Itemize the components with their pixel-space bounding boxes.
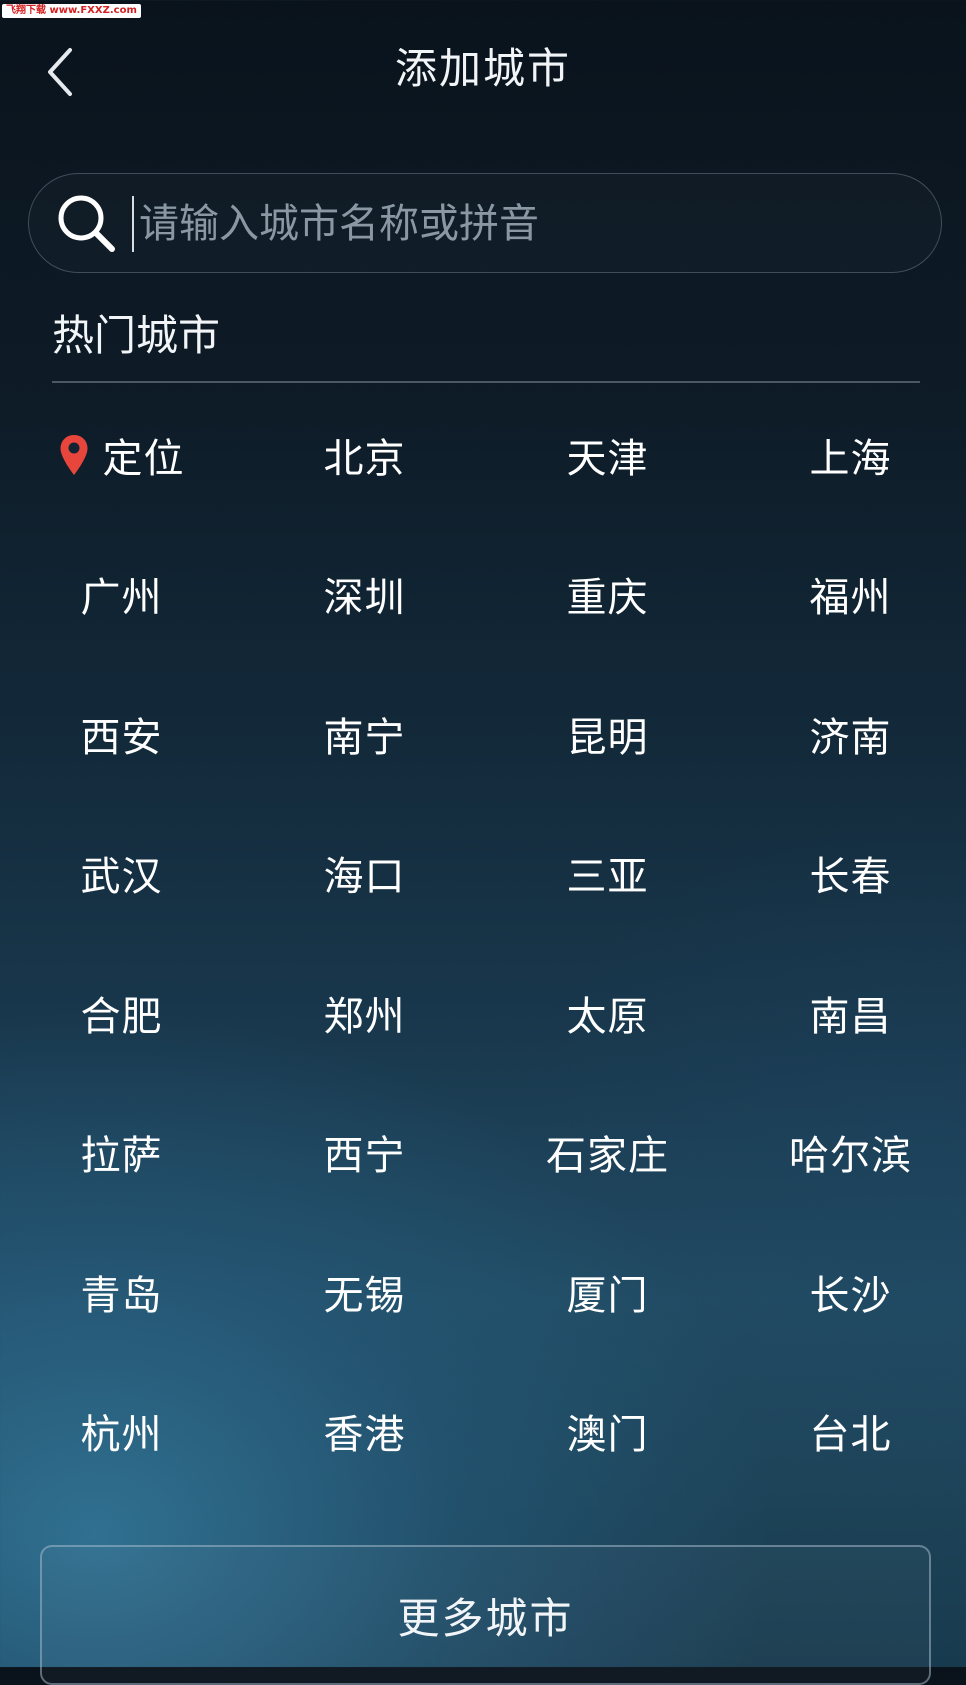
city-item[interactable]: 昆明 (486, 664, 729, 804)
city-label: 拉萨 (80, 1133, 163, 1180)
city-label: 武汉 (80, 854, 163, 901)
city-item[interactable]: 南宁 (243, 664, 486, 804)
city-item[interactable]: 青岛 (0, 1222, 243, 1362)
city-label: 南宁 (323, 714, 406, 761)
city-item[interactable]: 上海 (729, 385, 966, 525)
city-item[interactable]: 重庆 (486, 525, 729, 665)
city-label: 青岛 (80, 1272, 163, 1319)
city-item[interactable]: 台北 (729, 1362, 966, 1502)
city-label: 深圳 (323, 575, 406, 622)
city-label: 厦门 (566, 1272, 649, 1319)
search-icon (58, 195, 115, 252)
hot-cities-grid: 定位 北京 天津 上海 广州 深圳 重庆 福州 西安 南宁 昆明 济南 武汉 海… (0, 385, 966, 1501)
city-label: 重庆 (566, 575, 649, 622)
search-bar[interactable] (28, 173, 942, 273)
city-item[interactable]: 武汉 (0, 804, 243, 944)
city-label: 南昌 (809, 993, 892, 1040)
city-label: 广州 (80, 575, 163, 622)
city-label: 西安 (80, 714, 163, 761)
city-label: 海口 (323, 854, 406, 901)
city-label: 合肥 (80, 993, 163, 1040)
watermark: 飞翔下载 www.FXXZ.com (2, 4, 141, 18)
city-label: 昆明 (566, 714, 649, 761)
city-item[interactable]: 海口 (243, 804, 486, 944)
city-item[interactable]: 天津 (486, 385, 729, 525)
city-label: 西宁 (323, 1133, 406, 1180)
city-item[interactable]: 合肥 (0, 943, 243, 1083)
city-item[interactable]: 长春 (729, 804, 966, 944)
city-label: 济南 (809, 714, 892, 761)
city-item[interactable]: 南昌 (729, 943, 966, 1083)
more-cities-button[interactable]: 更多城市 (40, 1545, 931, 1685)
city-label: 哈尔滨 (789, 1133, 912, 1180)
more-cities-label: 更多城市 (397, 1594, 574, 1643)
city-label: 三亚 (566, 854, 649, 901)
city-label: 长春 (809, 854, 892, 901)
city-label: 长沙 (809, 1272, 892, 1319)
city-label: 上海 (809, 435, 892, 482)
locate-label: 定位 (102, 435, 185, 482)
city-item[interactable]: 广州 (0, 525, 243, 665)
city-item[interactable]: 西宁 (243, 1083, 486, 1223)
city-label: 福州 (809, 575, 892, 622)
hot-cities-heading: 热门城市 (52, 311, 221, 360)
header: 添加城市 (0, 30, 966, 120)
text-cursor (132, 196, 134, 252)
city-item[interactable]: 石家庄 (486, 1083, 729, 1223)
city-label: 郑州 (323, 993, 406, 1040)
city-item[interactable]: 北京 (243, 385, 486, 525)
location-pin-icon (60, 434, 87, 475)
city-item[interactable]: 长沙 (729, 1222, 966, 1362)
city-item[interactable]: 太原 (486, 943, 729, 1083)
locate-button[interactable]: 定位 (0, 385, 243, 525)
city-label: 石家庄 (546, 1133, 669, 1180)
city-item[interactable]: 深圳 (243, 525, 486, 665)
city-item[interactable]: 杭州 (0, 1362, 243, 1502)
city-label: 北京 (323, 435, 406, 482)
search-input[interactable] (135, 192, 903, 256)
city-label: 无锡 (323, 1272, 406, 1319)
city-label: 澳门 (566, 1412, 649, 1459)
city-item[interactable]: 无锡 (243, 1222, 486, 1362)
city-item[interactable]: 三亚 (486, 804, 729, 944)
city-item[interactable]: 郑州 (243, 943, 486, 1083)
city-item[interactable]: 西安 (0, 664, 243, 804)
city-label: 台北 (809, 1412, 892, 1459)
city-label: 太原 (566, 993, 649, 1040)
city-label: 香港 (323, 1412, 406, 1459)
page-title: 添加城市 (394, 44, 571, 93)
city-item[interactable]: 香港 (243, 1362, 486, 1502)
city-item[interactable]: 厦门 (486, 1222, 729, 1362)
city-label: 天津 (566, 435, 649, 482)
city-item[interactable]: 福州 (729, 525, 966, 665)
city-item[interactable]: 哈尔滨 (729, 1083, 966, 1223)
city-item[interactable]: 拉萨 (0, 1083, 243, 1223)
city-item[interactable]: 澳门 (486, 1362, 729, 1502)
section-divider (52, 381, 920, 383)
city-label: 杭州 (80, 1412, 163, 1459)
city-item[interactable]: 济南 (729, 664, 966, 804)
